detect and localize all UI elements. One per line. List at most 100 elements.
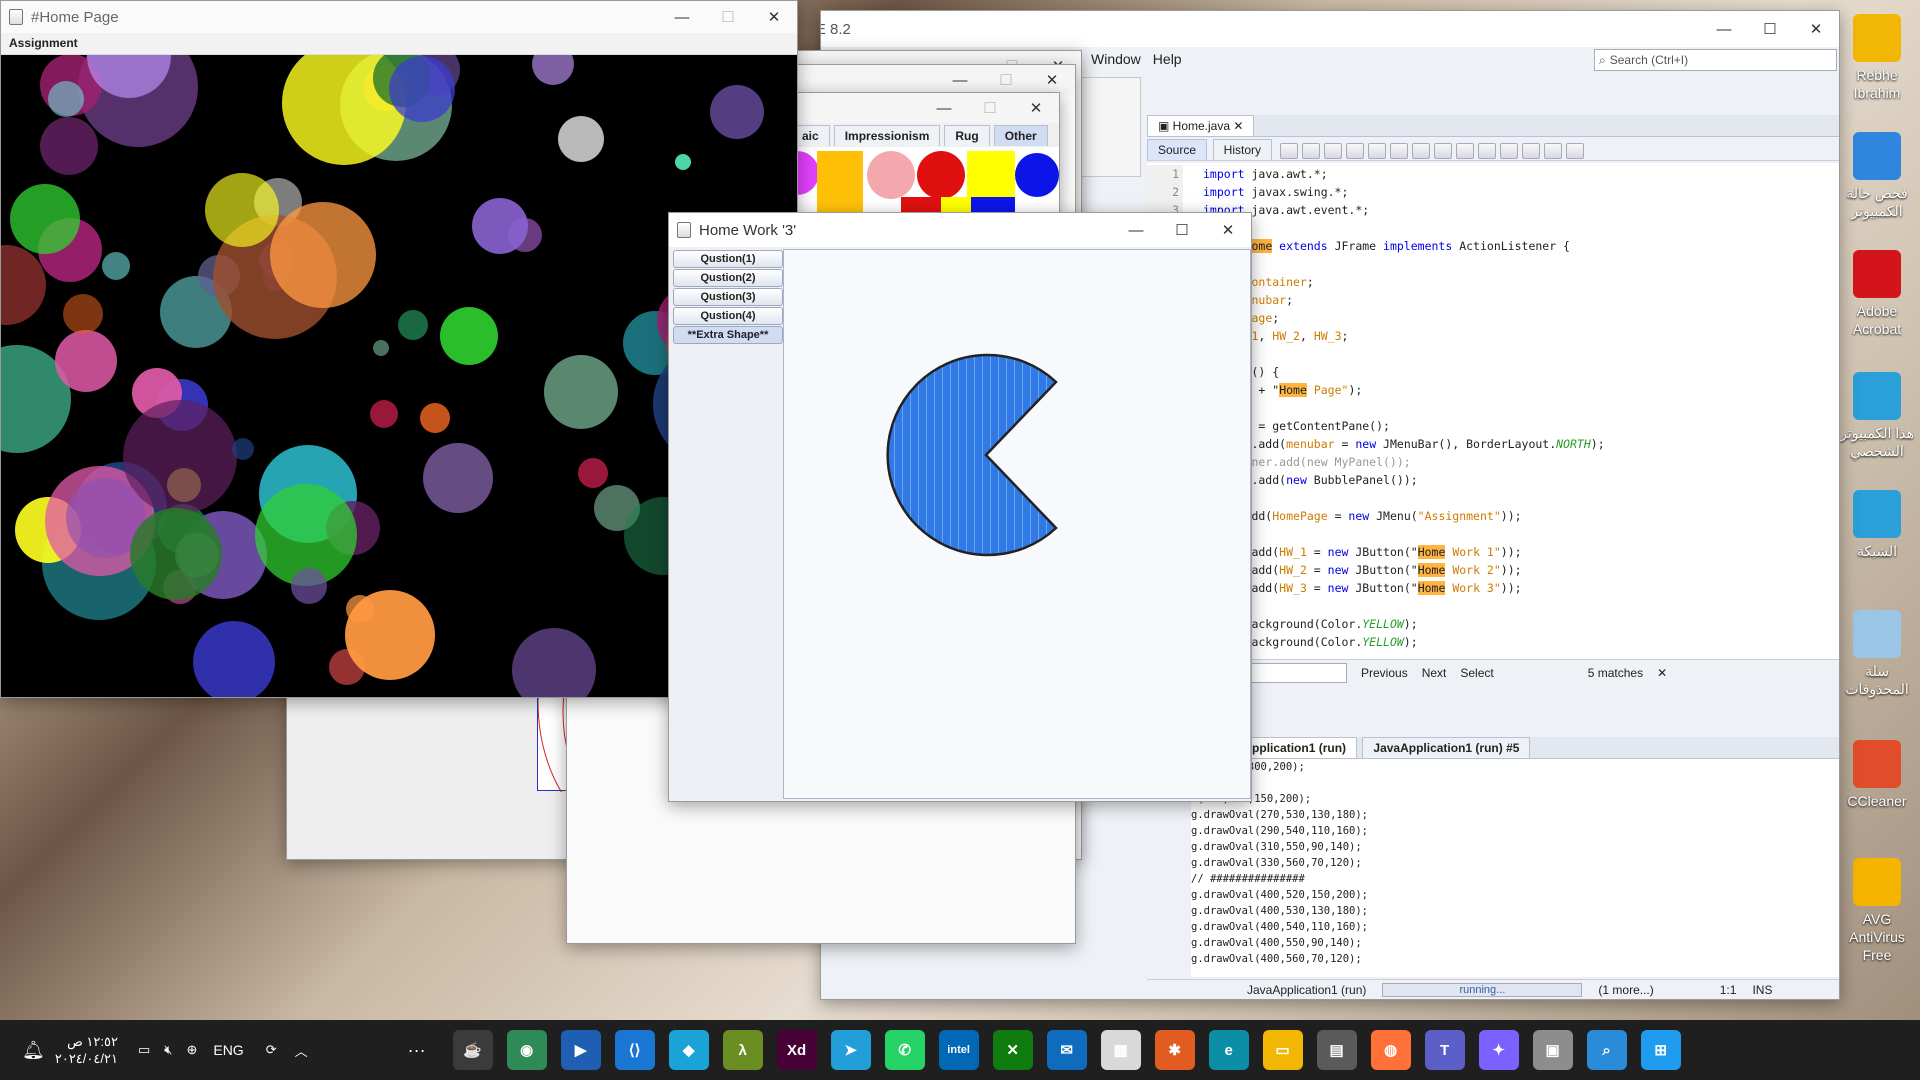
whatsapp-icon[interactable]: ✆	[884, 1030, 925, 1070]
question-button[interactable]: Qustion(2)	[673, 269, 783, 287]
toolbar-button[interactable]	[1301, 142, 1320, 159]
toolbar-button[interactable]	[1477, 142, 1496, 159]
tab-impressionism[interactable]: Impressionism	[833, 125, 941, 146]
tab-close-icon[interactable]: ✕	[1233, 119, 1243, 133]
xbox-icon[interactable]: ✕	[992, 1030, 1033, 1070]
find-next-button[interactable]: Next	[1422, 666, 1447, 680]
output-console[interactable]: (250,520,300,200);#########l(250,520,150…	[1191, 759, 1839, 977]
chevron-up-icon[interactable]: ︿	[295, 1041, 308, 1060]
history-tab[interactable]: History	[1212, 139, 1272, 160]
editor-tab-home-java[interactable]: ▣ Home.java ✕	[1147, 115, 1255, 136]
question-button[interactable]: Qustion(1)	[673, 250, 783, 268]
find-select-button[interactable]: Select	[1460, 666, 1493, 680]
minimize-button[interactable]: —	[937, 65, 983, 95]
notification-bell-icon[interactable]: 🔔︎	[22, 1040, 45, 1061]
toolbar-button[interactable]	[1543, 142, 1562, 159]
desktop-icon[interactable]: Adobe Acrobat	[1840, 250, 1914, 338]
close-button[interactable]: ✕	[1793, 11, 1839, 47]
toolbar-button[interactable]	[1521, 142, 1540, 159]
toolbar-button[interactable]	[1455, 142, 1474, 159]
minimize-button[interactable]: —	[1113, 213, 1159, 247]
desktop-icon[interactable]: الشبكة	[1840, 490, 1914, 560]
code-text[interactable]: import java.awt.*; import javax.swing.*; i…	[1203, 165, 1605, 651]
question-button[interactable]: **Extra Shape**	[673, 326, 783, 344]
code-line: mePage.add(HW_3 = new JButton("Home Work…	[1203, 579, 1605, 597]
minimize-button[interactable]: —	[1701, 11, 1747, 47]
question-button[interactable]: Qustion(3)	[673, 288, 783, 306]
desktop-icon[interactable]: Rebhe Ibrahim	[1840, 14, 1914, 102]
calculator-icon[interactable]: ▤	[1316, 1030, 1357, 1070]
minimize-button[interactable]: —	[659, 1, 705, 33]
toolbar-button[interactable]	[1433, 142, 1452, 159]
teams-icon[interactable]: T	[1424, 1030, 1465, 1070]
chrome-icon[interactable]: ◉	[506, 1030, 547, 1070]
clock[interactable]: ١٢:٥٢ ص ٢٠٢٤/٠٤/٢١	[55, 1033, 118, 1067]
output-tab-run-5[interactable]: JavaApplication1 (run) #5	[1362, 737, 1531, 758]
mosaic-window[interactable]: — ☐ ✕ aic Impressionism Rug Other	[790, 92, 1060, 222]
toolbar-button[interactable]	[1367, 142, 1386, 159]
minimize-button[interactable]: —	[921, 93, 967, 123]
netbeans-titlebar[interactable]: DE 8.2 —☐✕	[821, 11, 1839, 47]
desktop-icon[interactable]: CCleaner	[1840, 740, 1914, 810]
file-explorer-icon[interactable]: ▭	[1262, 1030, 1303, 1070]
toolbar-button[interactable]	[1323, 142, 1342, 159]
ms-store-icon[interactable]: ▦	[1100, 1030, 1141, 1070]
volume-muted-icon[interactable]: 🔇︎	[164, 1042, 172, 1058]
hw3-title: Home Work '3'	[699, 221, 797, 239]
toolbar-button[interactable]	[1565, 142, 1584, 159]
toolbar-button[interactable]	[1345, 142, 1364, 159]
close-button[interactable]: ✕	[1205, 213, 1251, 247]
find-previous-button[interactable]: Previous	[1361, 666, 1408, 680]
desktop-icon[interactable]: فحص حالة الكمبيوتر	[1840, 132, 1914, 220]
sync-icon[interactable]: ⟳	[266, 1042, 277, 1058]
maximize-button[interactable]: ☐	[1747, 11, 1793, 47]
toolbar-button[interactable]	[1279, 142, 1298, 159]
desktop-icon[interactable]: AVG AntiVirus Free	[1840, 858, 1914, 964]
telegram-icon[interactable]: ➤	[830, 1030, 871, 1070]
source-tab[interactable]: Source	[1147, 139, 1208, 160]
intel-icon[interactable]: intel	[938, 1030, 979, 1070]
search-input[interactable]: Search (Ctrl+I)	[1610, 53, 1688, 67]
globe-icon[interactable]: ⊕	[186, 1042, 197, 1058]
tab-rug[interactable]: Rug	[944, 125, 990, 146]
excel-like-icon[interactable]: λ	[722, 1030, 763, 1070]
close-button[interactable]: ✕	[1029, 65, 1075, 95]
search-box[interactable]: ⌕ Search (Ctrl+I)	[1594, 49, 1837, 71]
close-button[interactable]: ✕	[1013, 93, 1059, 123]
store-app-icon[interactable]: ◆	[668, 1030, 709, 1070]
copilot-icon[interactable]: ✦	[1478, 1030, 1519, 1070]
status-more[interactable]: (1 more...)	[1598, 983, 1653, 997]
question-button[interactable]: Qustion(4)	[673, 307, 783, 325]
git-icon[interactable]: ✱	[1154, 1030, 1195, 1070]
vscode-icon[interactable]: ⟨⟩	[614, 1030, 655, 1070]
menu-help[interactable]: Help	[1153, 51, 1182, 73]
java-app-icon[interactable]: ☕	[452, 1030, 493, 1070]
toolbar-button[interactable]	[1389, 142, 1408, 159]
tab-other[interactable]: Other	[993, 125, 1048, 146]
desktop-icon[interactable]: هذا الكمبيوتر الشخصي	[1840, 372, 1914, 460]
toolbar-button[interactable]	[1411, 142, 1430, 159]
mail-icon[interactable]: ✉	[1046, 1030, 1087, 1070]
adobe-xd-icon[interactable]: Xd	[776, 1030, 817, 1070]
media-player-icon[interactable]: ▶	[560, 1030, 601, 1070]
window-switch-icon[interactable]: ▣	[1532, 1030, 1573, 1070]
home-work-3-window[interactable]: Home Work '3' — ☐ ✕ Qustion(1) Qustion(2) Qu…	[668, 212, 1252, 802]
bubble	[512, 628, 596, 697]
desktop-icon[interactable]: سلة المحذوفات	[1840, 610, 1914, 698]
language-indicator[interactable]: ENG	[213, 1042, 243, 1058]
home-page-titlebar[interactable]: #Home Page — ☐ ✕	[1, 1, 797, 33]
menu-assignment[interactable]: Assignment	[9, 36, 78, 50]
find-close-icon[interactable]: ✕	[1657, 666, 1667, 680]
close-button[interactable]: ✕	[751, 1, 797, 33]
code-token: "Assignment"	[1417, 509, 1501, 523]
toolbar-button[interactable]	[1499, 142, 1518, 159]
maximize-button[interactable]: ☐	[1159, 213, 1205, 247]
edge-icon[interactable]: e	[1208, 1030, 1249, 1070]
hw3-titlebar[interactable]: Home Work '3' — ☐ ✕	[669, 213, 1251, 247]
search-app-icon[interactable]: ⌕	[1586, 1030, 1627, 1070]
more-icon[interactable]: ···	[408, 1040, 426, 1061]
firefox-icon[interactable]: ◍	[1370, 1030, 1411, 1070]
menu-window[interactable]: Window	[1091, 51, 1141, 73]
windows-start-icon[interactable]: ⊞	[1640, 1030, 1681, 1070]
battery-icon[interactable]: ▭	[138, 1042, 150, 1058]
